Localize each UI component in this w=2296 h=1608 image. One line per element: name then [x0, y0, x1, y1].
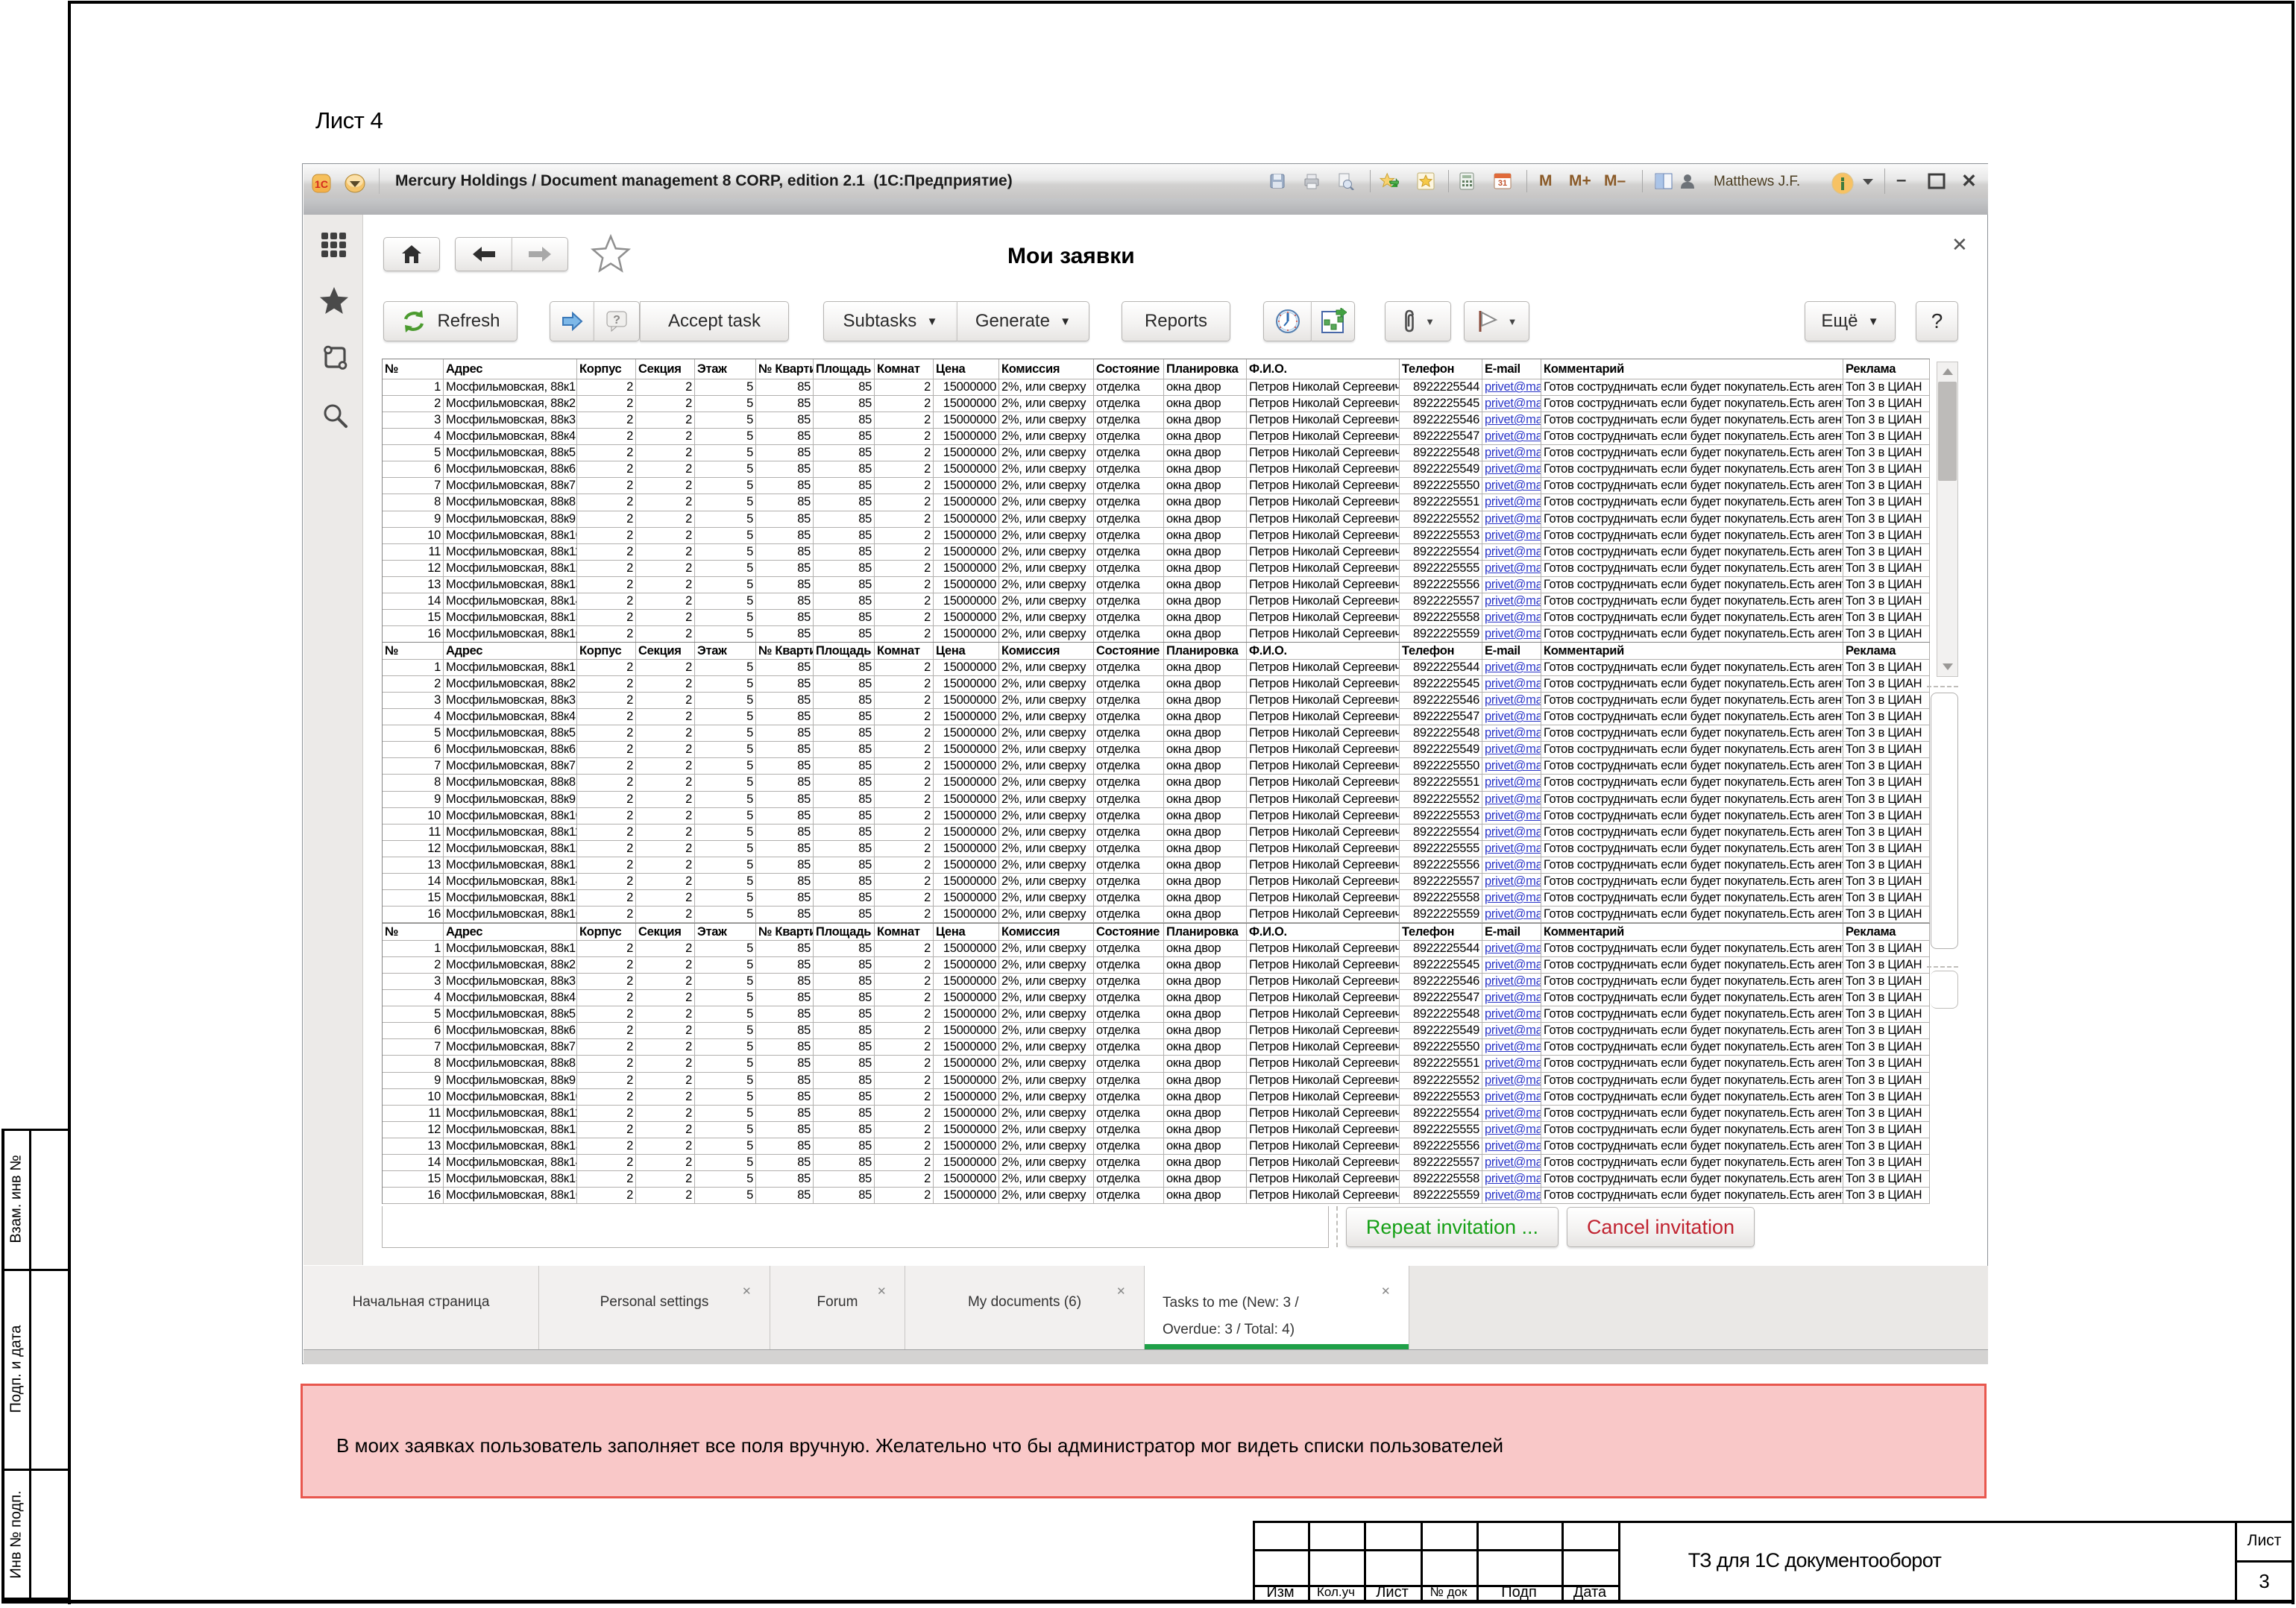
svg-text:?: ?: [613, 314, 620, 327]
svg-text:31: 31: [1498, 179, 1507, 188]
svg-text:1С: 1С: [315, 178, 328, 190]
